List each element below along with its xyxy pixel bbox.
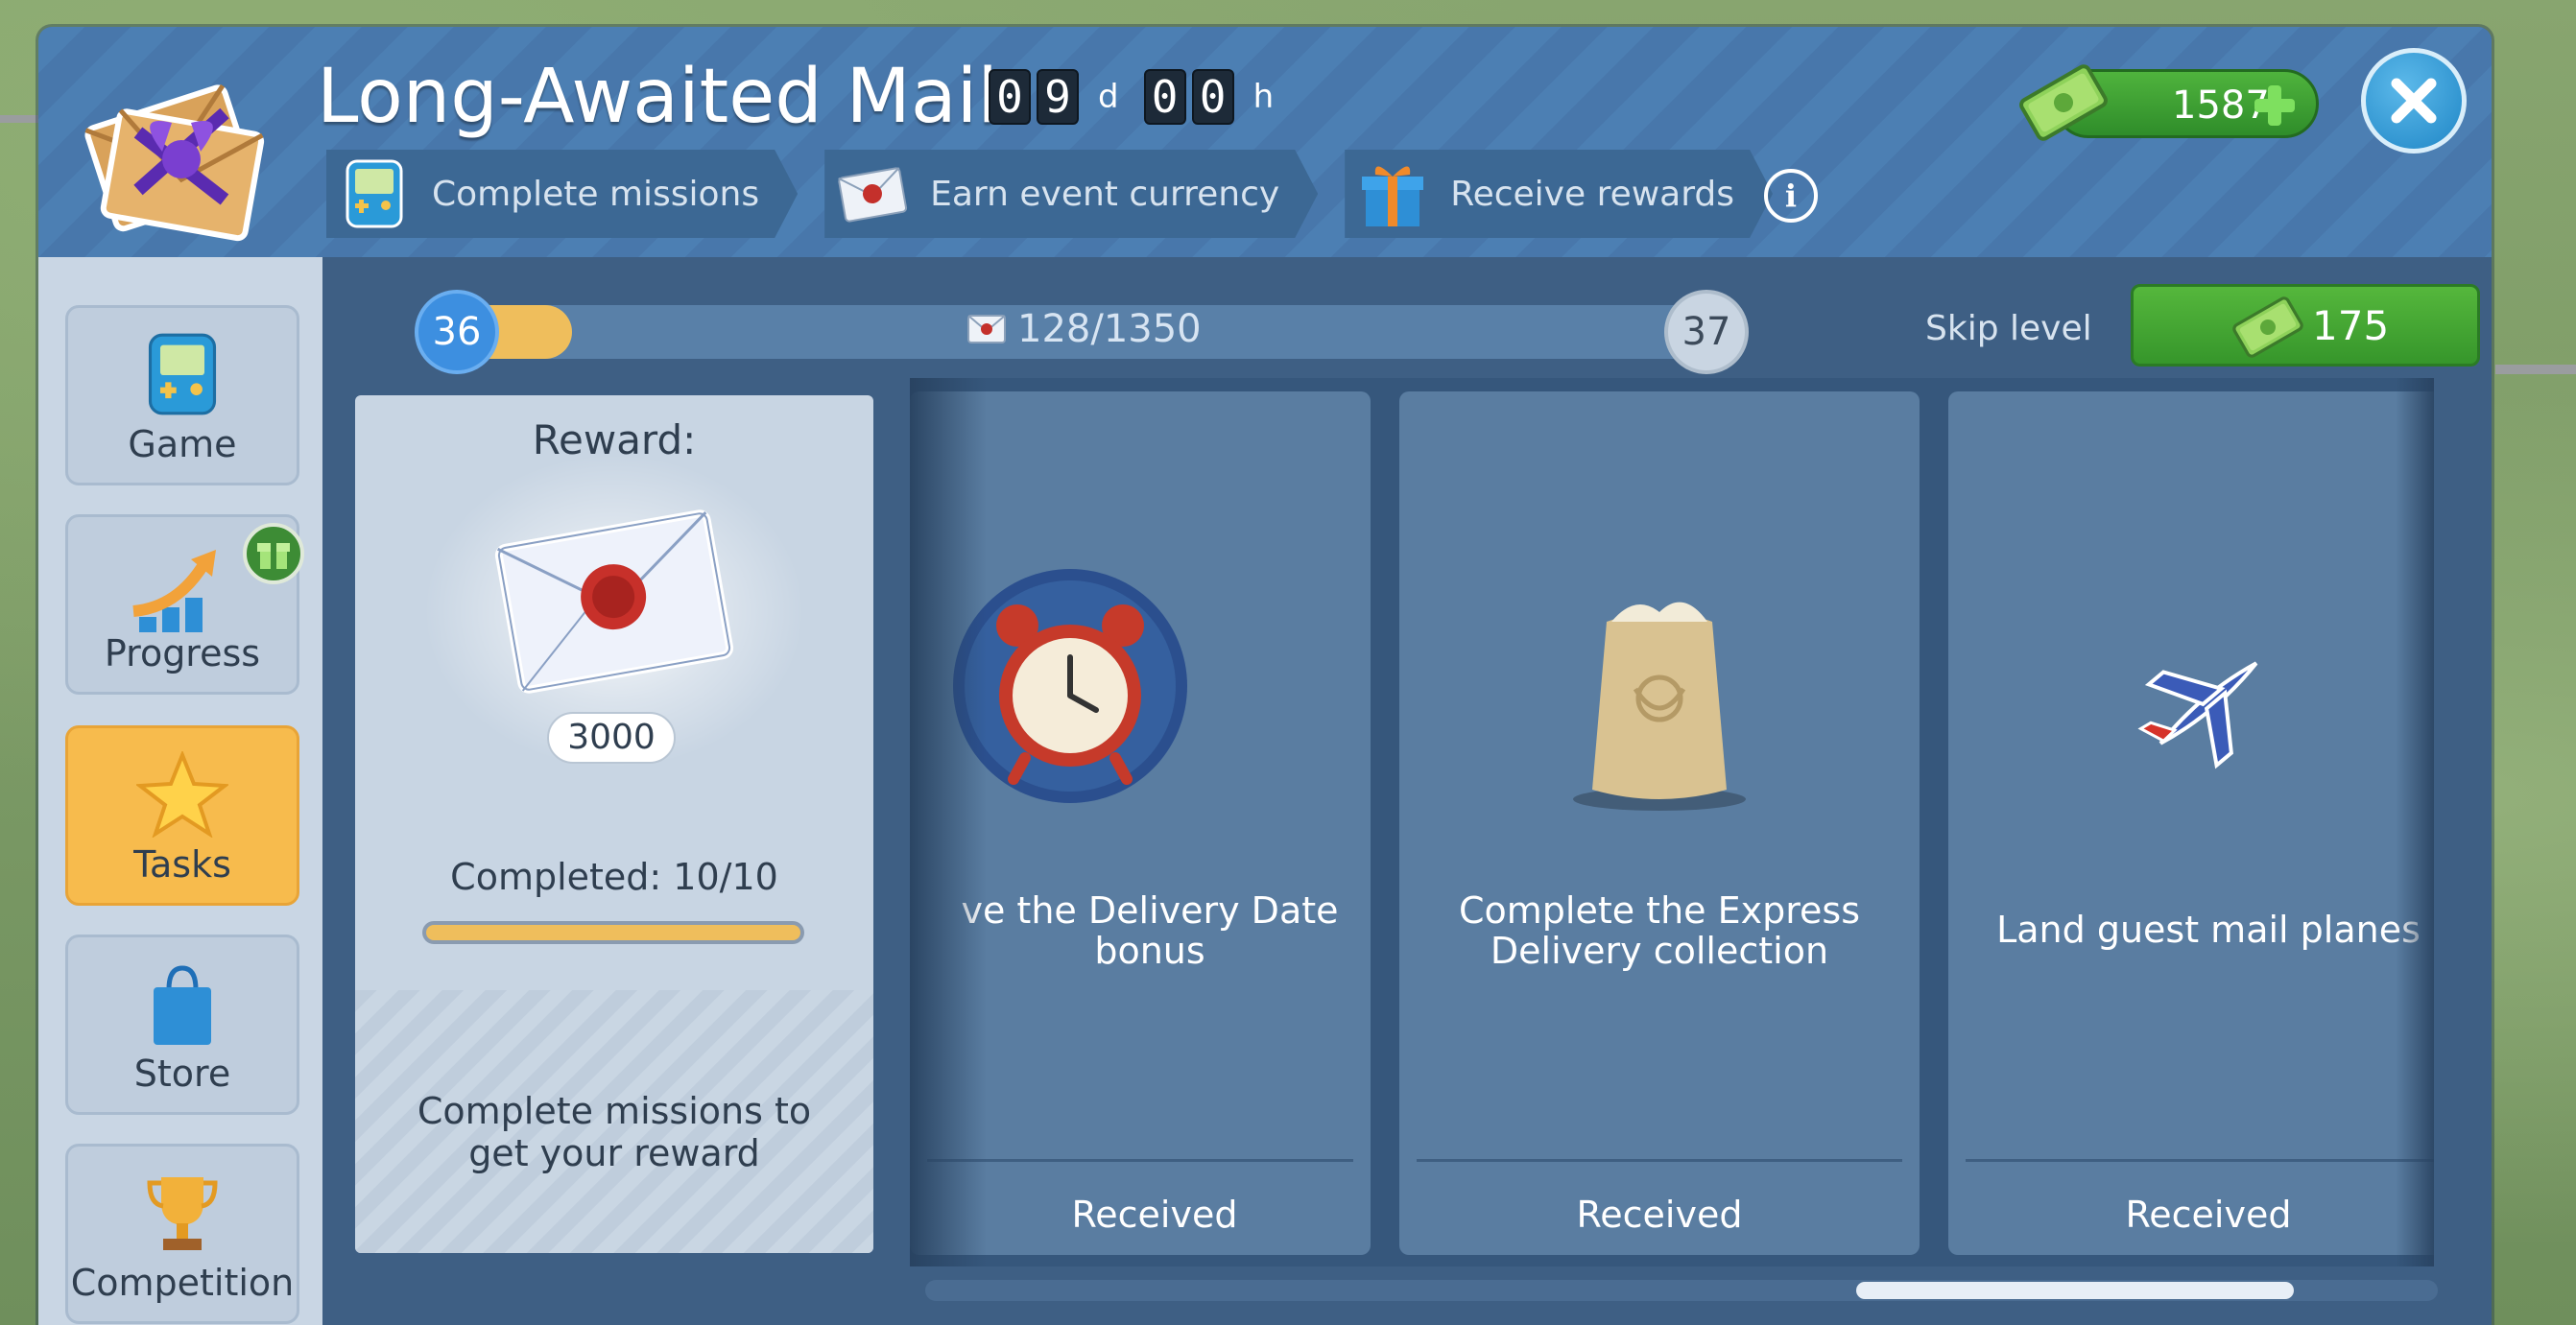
gift-icon <box>1356 157 1429 230</box>
task-separator <box>927 1159 1353 1162</box>
airplane-icon <box>2137 661 2258 769</box>
timer-unit-hours: h <box>1252 78 1275 116</box>
event-title: Long-Awaited Mail <box>317 54 998 140</box>
sidebar-item-game[interactable]: Game <box>65 305 299 485</box>
task-card[interactable]: Complete the Express Delivery collection… <box>1399 391 1920 1255</box>
sidebar: Game Progress Tasks Store Competition <box>38 257 322 1325</box>
sidebar-item-label: Progress <box>104 632 261 674</box>
reward-title: Reward: <box>532 416 697 463</box>
cash-icon <box>2019 64 2108 141</box>
next-level: 37 <box>1664 290 1749 374</box>
step-receive-rewards: Receive rewards <box>1345 150 1773 238</box>
step-earn-currency: Earn event currency <box>824 150 1318 238</box>
task-title: Land guest mail planes <box>1996 909 2421 951</box>
level-progress-value: 128/1350 <box>1017 307 1202 351</box>
task-status: Received <box>1576 1194 1743 1236</box>
reward-panel: Reward: 3000 Completed: 10/10 Complete m… <box>355 395 873 1253</box>
envelope-icon <box>967 315 1006 343</box>
scroll-fade-right <box>2396 378 2434 1266</box>
skip-level-button[interactable]: 175 <box>2131 284 2480 367</box>
trophy-icon <box>147 1177 218 1250</box>
step-label: Earn event currency <box>930 174 1280 214</box>
road <box>2495 365 2576 374</box>
sealed-envelope-icon <box>494 509 734 694</box>
task-title: ve the Delivery Date bonus <box>961 889 1339 972</box>
timer-unit-days: d <box>1098 78 1119 116</box>
info-button[interactable]: i <box>1764 169 1818 223</box>
progress-chart-icon <box>132 550 216 632</box>
mail-bag-icon <box>1573 602 1746 811</box>
step-complete-missions: Complete missions <box>326 150 798 238</box>
star-icon <box>136 751 228 838</box>
event-window: Long-Awaited Mail 0 9 d 0 0 h Complete m… <box>38 27 2492 1325</box>
timer-digit: 0 <box>1143 69 1186 125</box>
task-separator <box>1966 1159 2434 1162</box>
game-console-icon <box>338 157 411 230</box>
step-label: Complete missions <box>432 174 760 214</box>
sidebar-item-label: Store <box>133 1053 231 1095</box>
timer-digit: 0 <box>1191 69 1234 125</box>
gift-icon <box>257 543 290 569</box>
task-status: Received <box>1071 1194 1238 1236</box>
level-progress-text: 128/1350 <box>966 307 1202 351</box>
task-status: Received <box>2125 1194 2292 1236</box>
event-timer: 0 9 d 0 0 h <box>989 69 1293 125</box>
task-cards-scroller[interactable]: ve the Delivery Date bonus Received Comp… <box>910 378 2434 1266</box>
sidebar-item-competition[interactable]: Competition <box>65 1144 299 1324</box>
timer-digit: 0 <box>989 69 1031 125</box>
step-label: Receive rewards <box>1450 174 1735 214</box>
sidebar-item-progress[interactable]: Progress <box>65 514 304 695</box>
skip-level-label: Skip level <box>1925 309 2092 348</box>
mail-bundle-icon <box>84 83 265 242</box>
sidebar-item-store[interactable]: Store <box>65 935 299 1115</box>
sidebar-item-tasks[interactable]: Tasks <box>65 725 299 906</box>
gift-badge <box>243 523 304 584</box>
shopping-bag-icon <box>154 965 211 1045</box>
reward-count: 3000 <box>547 712 676 764</box>
task-card[interactable]: Land guest mail planes Received <box>1948 391 2434 1255</box>
envelope-icon <box>836 157 909 230</box>
current-level: 36 <box>415 290 499 374</box>
sidebar-item-label: Game <box>128 423 237 465</box>
game-console-icon <box>148 333 217 415</box>
task-separator <box>1417 1159 1902 1162</box>
cash-icon <box>2232 296 2303 358</box>
skip-level-cost: 175 <box>2312 302 2390 349</box>
sidebar-item-label: Tasks <box>133 843 231 886</box>
event-steps: Complete missions Earn event currency Re… <box>326 150 1800 238</box>
add-currency-icon[interactable] <box>2251 82 2299 130</box>
scroll-fade-left <box>910 378 987 1266</box>
task-title: Complete the Express Delivery collection <box>1458 889 1861 972</box>
timer-digit: 9 <box>1037 69 1079 125</box>
close-button[interactable] <box>2361 48 2467 154</box>
completed-bar-fill <box>426 925 800 940</box>
reward-hint: Complete missions to get your reward <box>355 990 873 1253</box>
reward-hint-text: Complete missions to get your reward <box>417 1090 812 1174</box>
close-icon <box>2391 78 2437 124</box>
horizontal-scrollbar-thumb[interactable] <box>1856 1282 2294 1299</box>
sidebar-item-label: Competition <box>70 1262 295 1304</box>
completed-text: Completed: 10/10 <box>450 856 778 898</box>
